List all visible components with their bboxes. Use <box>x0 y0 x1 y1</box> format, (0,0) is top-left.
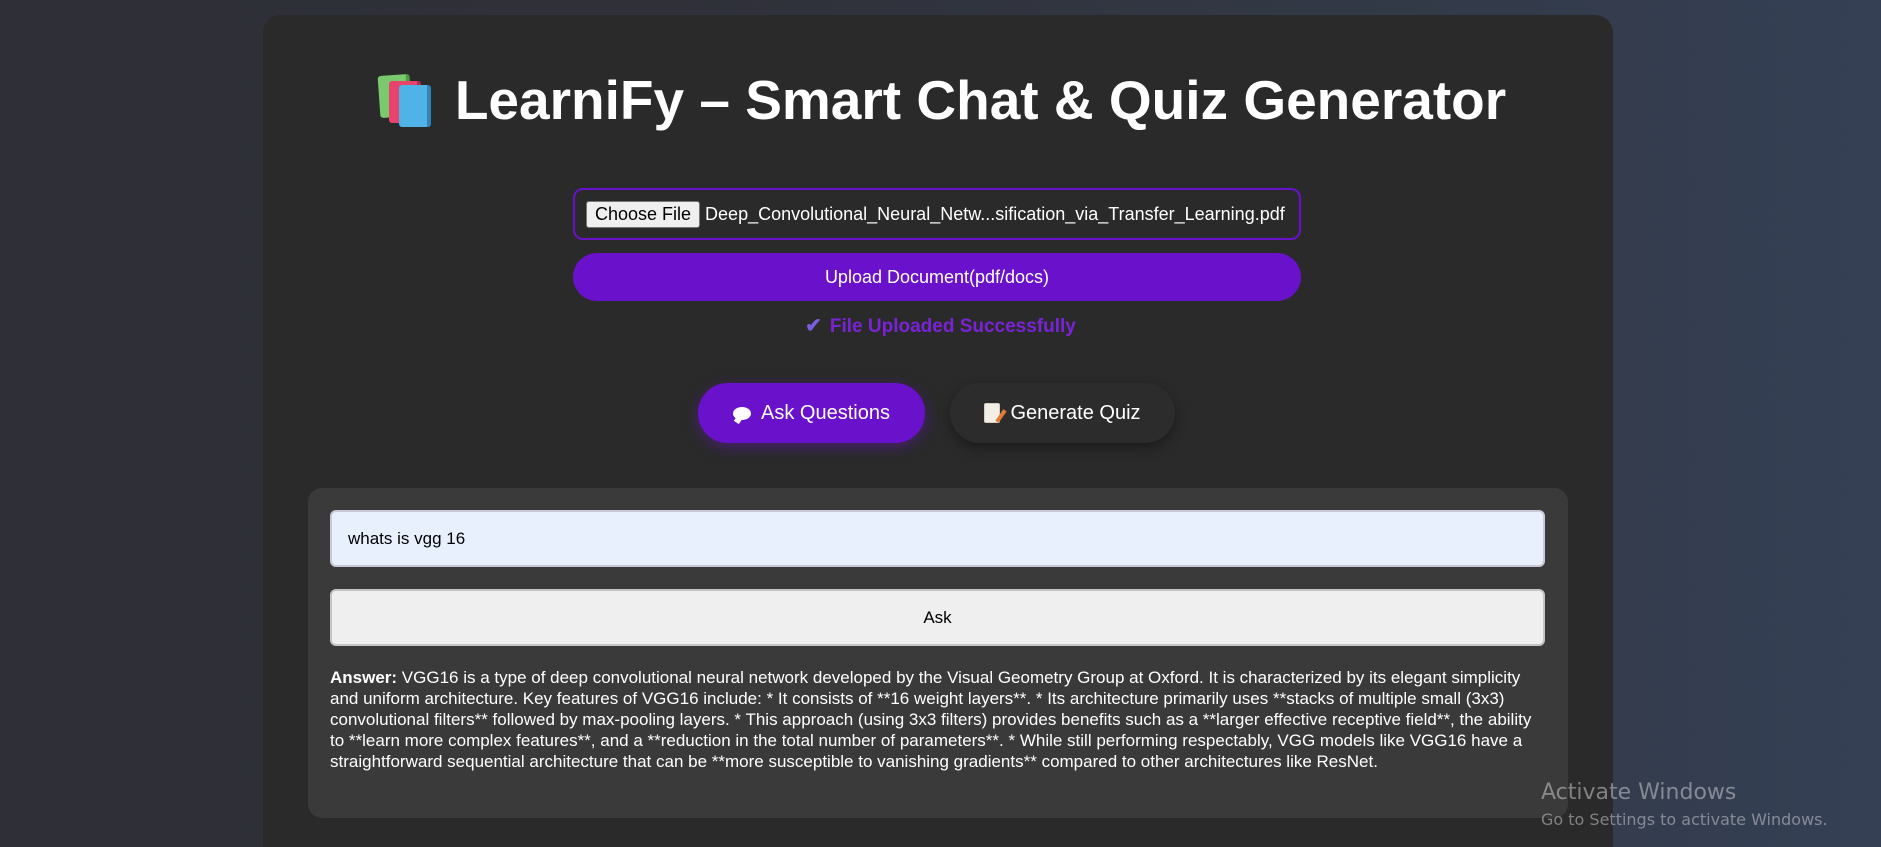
memo-icon <box>984 403 1001 423</box>
books-icon <box>375 73 431 127</box>
ask-button[interactable]: Ask <box>330 589 1545 646</box>
page-title: LearniFy – Smart Chat & Quiz Generator <box>0 68 1881 132</box>
upload-status-text: File Uploaded Successfully <box>829 316 1076 337</box>
watermark-title: Activate Windows <box>1541 780 1737 805</box>
tab-ask-questions[interactable]: Ask Questions <box>698 383 925 443</box>
answer-text: Answer: VGG16 is a type of deep convolut… <box>330 667 1545 772</box>
watermark-subtitle: Go to Settings to activate Windows. <box>1541 810 1828 829</box>
file-input[interactable]: Choose File Deep_Convolutional_Neural_Ne… <box>573 188 1301 240</box>
choose-file-button[interactable]: Choose File <box>586 200 701 228</box>
question-input[interactable] <box>330 510 1545 567</box>
upload-status: ✔ File Uploaded Successfully <box>0 314 1881 339</box>
answer-body: VGG16 is a type of deep convolutional ne… <box>330 668 1532 771</box>
windows-activation-watermark: Activate Windows Go to Settings to activ… <box>1541 779 1828 831</box>
tab-generate-quiz-label: Generate Quiz <box>1010 401 1141 424</box>
checkmark-icon: ✔ <box>805 315 822 337</box>
answer-label: Answer: <box>330 668 398 687</box>
tab-generate-quiz[interactable]: Generate Quiz <box>950 383 1175 443</box>
selected-file-name: Deep_Convolutional_Neural_Netw...sificat… <box>705 203 1285 224</box>
page-title-text: LearniFy – Smart Chat & Quiz Generator <box>454 69 1507 131</box>
tab-ask-questions-label: Ask Questions <box>761 401 890 424</box>
upload-document-button[interactable]: Upload Document(pdf/docs) <box>573 253 1301 301</box>
speech-balloon-icon <box>733 406 752 420</box>
